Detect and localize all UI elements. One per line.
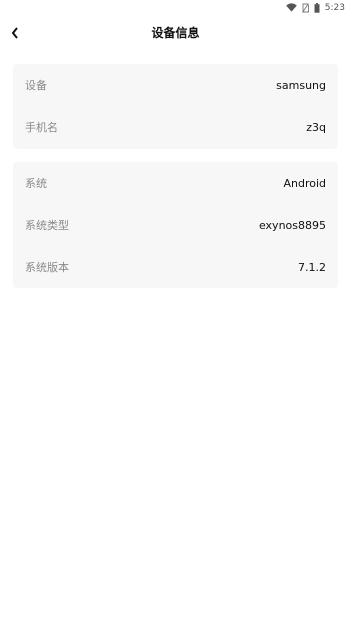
device-value: samsung xyxy=(276,78,326,92)
battery-icon xyxy=(314,2,320,13)
system-type-row: 系统类型 exynos8895 xyxy=(13,204,338,246)
device-info-card: 设备 samsung 手机名 z3q xyxy=(13,64,338,149)
wifi-icon xyxy=(285,3,297,12)
system-value: Android xyxy=(283,176,326,190)
system-version-value: 7.1.2 xyxy=(298,260,326,274)
no-sim-icon xyxy=(301,2,309,13)
system-label: 系统 xyxy=(25,177,47,190)
phone-name-label: 手机名 xyxy=(25,121,58,134)
system-type-label: 系统类型 xyxy=(25,219,69,232)
status-bar: 5:23 xyxy=(0,0,351,15)
nav-bar: 设备信息 xyxy=(0,15,351,51)
page-title: 设备信息 xyxy=(151,26,200,40)
phone-name-row: 手机名 z3q xyxy=(13,106,338,148)
system-version-label: 系统版本 xyxy=(25,261,69,274)
device-row: 设备 samsung xyxy=(13,64,338,106)
phone-name-value: z3q xyxy=(306,120,326,134)
system-version-row: 系统版本 7.1.2 xyxy=(13,246,338,288)
system-info-card: 系统 Android 系统类型 exynos8895 系统版本 7.1.2 xyxy=(13,162,338,288)
device-label: 设备 xyxy=(25,79,47,92)
status-time: 5:23 xyxy=(324,2,345,13)
system-type-value: exynos8895 xyxy=(258,218,326,232)
system-row: 系统 Android xyxy=(13,162,338,204)
